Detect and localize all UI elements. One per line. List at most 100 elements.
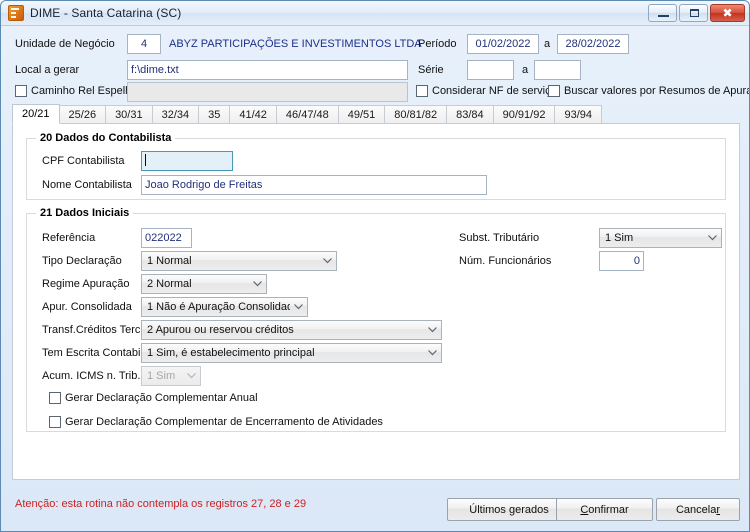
tab-49-51[interactable]: 49/51 xyxy=(337,105,386,124)
transf-creditos-select[interactable]: 2 Apurou ou reservou créditos xyxy=(141,320,442,340)
considerar-nf-label: Considerar NF de serviço xyxy=(432,85,557,97)
dime-window: DIME - Santa Catarina (SC) ✖ Unidade de … xyxy=(0,0,750,532)
ultimos-gerados-label: Últimos gerados xyxy=(469,503,549,516)
acum-icms-select: 1 Sim xyxy=(141,366,201,386)
unidade-code-input[interactable]: 4 xyxy=(127,34,161,54)
tab-list: 20/21 25/26 30/31 32/34 35 41/42 46/47/48 49/51… xyxy=(12,104,602,124)
num-funcionarios-label: Núm. Funcionários xyxy=(459,255,552,267)
cancelar-pre: Cancela xyxy=(675,503,717,516)
cpf-contabilista-input[interactable] xyxy=(141,151,233,171)
periodo-de-input[interactable]: 01/02/2022 xyxy=(467,34,539,54)
regime-apuracao-value: 2 Normal xyxy=(147,278,192,290)
tab-30-31[interactable]: 30/31 xyxy=(105,105,153,124)
referencia-input[interactable]: 022022 xyxy=(141,228,192,248)
tab-80-81-82[interactable]: 80/81/82 xyxy=(384,105,448,124)
app-icon xyxy=(8,5,24,21)
local-input[interactable]: f:\dime.txt xyxy=(127,60,408,80)
cancelar-label: Cancelar xyxy=(676,504,720,516)
subst-tributario-label: Subst. Tributário xyxy=(459,232,540,244)
tab-83-84[interactable]: 83/84 xyxy=(446,105,494,124)
buscar-resumos-checkbox[interactable]: Buscar valores por Resumos de Apuração xyxy=(548,85,750,97)
title-bar: DIME - Santa Catarina (SC) ✖ xyxy=(1,1,749,26)
group-dados-contabilista: 20 Dados do Contabilista CPF Contabilist… xyxy=(26,132,726,200)
tab-label: 25/26 xyxy=(68,109,97,121)
serie-separator: a xyxy=(522,64,529,76)
chevron-down-icon xyxy=(704,229,721,247)
cpf-contabilista-label: CPF Contabilista xyxy=(42,155,125,167)
minimize-button[interactable] xyxy=(648,4,677,22)
tab-93-94[interactable]: 93/94 xyxy=(554,105,602,124)
tab-label: 90/91/92 xyxy=(502,109,546,121)
checkbox-box xyxy=(548,85,560,97)
tab-90-91-92[interactable]: 90/91/92 xyxy=(492,105,556,124)
close-icon: ✖ xyxy=(722,6,733,20)
checkbox-box xyxy=(49,416,61,428)
ultimos-gerados-button[interactable]: Últimos gerados xyxy=(447,498,571,521)
maximize-icon xyxy=(690,9,699,17)
nome-contabilista-input[interactable]: Joao Rodrigo de Freitas xyxy=(141,175,487,195)
transf-creditos-value: 2 Apurou ou reservou créditos xyxy=(147,324,294,336)
window-title: DIME - Santa Catarina (SC) xyxy=(30,6,182,20)
tipo-declaracao-select[interactable]: 1 Normal xyxy=(141,251,337,271)
apur-consolidada-value: 1 Não é Apuração Consolidada xyxy=(147,301,290,313)
tab-35[interactable]: 35 xyxy=(198,105,231,124)
checkbox-box xyxy=(416,85,428,97)
checkbox-box xyxy=(15,85,27,97)
caminho-rel-espelho-checkbox[interactable]: Caminho Rel Espelho xyxy=(15,85,137,97)
minimize-icon xyxy=(658,15,669,17)
tab-label: 80/81/82 xyxy=(394,109,438,121)
tab-41-42[interactable]: 41/42 xyxy=(229,105,277,124)
tab-label: 83/84 xyxy=(456,109,484,121)
tab-label: 46/47/48 xyxy=(285,109,329,121)
header-form: Unidade de Negócio 4 ABYZ PARTICIPAÇÕES … xyxy=(1,26,750,102)
group-title-contabilista: 20 Dados do Contabilista xyxy=(36,132,176,144)
group-title-iniciais: 21 Dados Iniciais xyxy=(36,207,134,219)
caminho-rel-espelho-input xyxy=(127,82,408,102)
confirmar-button[interactable]: Confirmar xyxy=(556,498,653,521)
group-dados-iniciais: 21 Dados Iniciais Referência 022022 Tipo… xyxy=(26,207,726,432)
subst-tributario-value: 1 Sim xyxy=(605,232,634,244)
gerar-decl-encerramento-label: Gerar Declaração Complementar de Encerra… xyxy=(65,416,383,428)
serie-de-input[interactable] xyxy=(467,60,514,80)
regime-apuracao-select[interactable]: 2 Normal xyxy=(141,274,267,294)
tab-label: 49/51 xyxy=(347,109,376,121)
serie-ate-input[interactable] xyxy=(534,60,581,80)
gerar-decl-anual-checkbox[interactable]: Gerar Declaração Complementar Anual xyxy=(49,392,258,404)
text-caret xyxy=(145,154,146,166)
confirmar-rest: onfirmar xyxy=(588,503,629,516)
tab-25-26[interactable]: 25/26 xyxy=(58,105,107,124)
buscar-resumos-label: Buscar valores por Resumos de Apuração xyxy=(564,85,750,97)
escrita-contabil-label: Tem Escrita Contabil xyxy=(42,347,143,359)
local-label: Local a gerar xyxy=(15,64,80,76)
tab-label: 20/21 xyxy=(22,108,50,120)
confirmar-label: Confirmar xyxy=(580,504,628,516)
subst-tributario-select[interactable]: 1 Sim xyxy=(599,228,722,248)
considerar-nf-checkbox[interactable]: Considerar NF de serviço xyxy=(416,85,557,97)
num-funcionarios-input[interactable]: 0 xyxy=(599,251,644,271)
close-button[interactable]: ✖ xyxy=(710,4,745,22)
maximize-button[interactable] xyxy=(679,4,708,22)
cancelar-button[interactable]: Cancelar xyxy=(656,498,740,521)
gerar-decl-encerramento-checkbox[interactable]: Gerar Declaração Complementar de Encerra… xyxy=(49,416,383,428)
tab-32-34[interactable]: 32/34 xyxy=(151,105,200,124)
referencia-label: Referência xyxy=(42,232,96,244)
unidade-name-text: ABYZ PARTICIPAÇÕES E INVESTIMENTOS LTDA xyxy=(169,38,422,50)
chevron-down-icon xyxy=(319,252,336,270)
periodo-ate-input[interactable]: 28/02/2022 xyxy=(557,34,629,54)
tipo-declaracao-value: 1 Normal xyxy=(147,255,192,267)
tab-label: 41/42 xyxy=(239,109,267,121)
tab-label: 35 xyxy=(208,109,221,121)
cancelar-accel: r xyxy=(716,503,721,516)
nome-contabilista-label: Nome Contabilista xyxy=(42,179,132,191)
escrita-contabil-value: 1 Sim, é estabelecimento principal xyxy=(147,347,315,359)
escrita-contabil-select[interactable]: 1 Sim, é estabelecimento principal xyxy=(141,343,442,363)
warning-text: Atenção: esta rotina não contempla os re… xyxy=(15,498,307,510)
acum-icms-value: 1 Sim xyxy=(147,370,176,382)
tab-label: 30/31 xyxy=(115,109,143,121)
tab-20-21[interactable]: 20/21 xyxy=(12,104,60,124)
chevron-down-icon xyxy=(424,321,441,339)
periodo-label: Período xyxy=(418,38,457,50)
apur-consolidada-label: Apur. Consolidada xyxy=(42,301,132,313)
tab-46-47-48[interactable]: 46/47/48 xyxy=(275,105,339,124)
apur-consolidada-select[interactable]: 1 Não é Apuração Consolidada xyxy=(141,297,308,317)
